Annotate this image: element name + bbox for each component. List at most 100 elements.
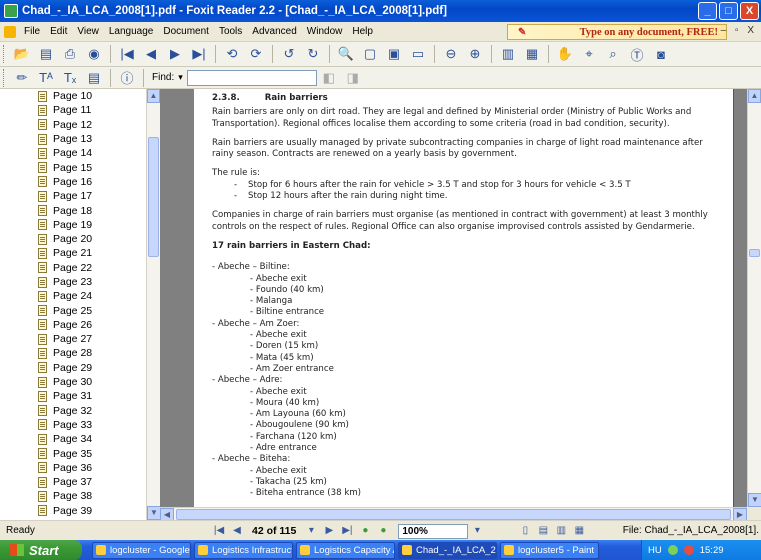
info-icon[interactable]: ⓘ [117,68,137,88]
language-indicator[interactable]: HU [648,545,662,556]
menu-language[interactable]: Language [104,26,159,37]
page-list-item[interactable]: Page 33 [0,418,146,432]
prev-page-icon[interactable]: ◀ [141,44,161,64]
forward-icon[interactable]: ⟳ [246,44,266,64]
rotate-left-icon[interactable]: ↺ [279,44,299,64]
minimize-button[interactable]: _ [698,2,717,20]
rotate-right-icon[interactable]: ↻ [303,44,323,64]
taskbar-button[interactable]: Logistics Infrastruct... [194,541,293,559]
toolbar-grip[interactable] [3,68,6,87]
last-page-icon[interactable]: ▶| [189,44,209,64]
email-icon[interactable]: ◉ [84,44,104,64]
find-input[interactable] [186,69,317,86]
page-list-item[interactable]: Page 27 [0,332,146,346]
taskbar-button[interactable]: Logistics Capacity A... [296,541,395,559]
horizontal-scrollbar[interactable]: ◀ ▶ [160,507,747,521]
highlight-icon[interactable]: ✏ [12,68,32,88]
page-list-item[interactable]: Page 34 [0,432,146,446]
taskbar-button[interactable]: logcluster - Google ... [92,541,191,559]
note-icon[interactable]: ▤ [84,68,104,88]
last-page-icon[interactable]: ▶| [338,523,356,539]
camera-icon[interactable]: ◙ [651,44,671,64]
page-list-item[interactable]: Page 29 [0,361,146,375]
mdi-controls[interactable]: – ▫ X [721,25,757,36]
scroll-down-icon[interactable]: ▼ [748,493,761,507]
single-page-icon[interactable]: ▯ [516,523,534,539]
document-scrollbar[interactable]: ▲ ▼ [747,89,761,507]
page-list-item[interactable]: Page 24 [0,289,146,303]
page-list-item[interactable]: Page 38 [0,489,146,503]
fit-width-icon[interactable]: ▭ [408,44,428,64]
text-select-icon[interactable]: Ⓣ [627,44,647,64]
taskbar-button[interactable]: logcluster5 - Paint [500,541,599,559]
scroll-thumb[interactable] [148,137,159,257]
zoom-icon[interactable]: 🔍 [336,44,356,64]
document-view[interactable]: 2.3.8. Rain barriers Rain barriers are o… [160,89,747,507]
menu-edit[interactable]: Edit [45,26,72,37]
print-icon[interactable]: ⎙ [60,44,80,64]
snapshot-icon[interactable]: ⌖ [579,44,599,64]
page-list-item[interactable]: Page 16 [0,175,146,189]
page-list-item[interactable]: Page 20 [0,232,146,246]
text-tool-icon[interactable]: Tₓ [60,68,80,88]
scroll-up-icon[interactable]: ▲ [147,89,160,103]
save-icon[interactable]: ▤ [36,44,56,64]
zoom-in-icon[interactable]: ⊕ [465,44,485,64]
menu-view[interactable]: View [72,26,104,37]
toolbar-grip[interactable] [3,45,6,63]
pages-scrollbar[interactable]: ▲ ▼ [146,89,161,520]
page-list-item[interactable]: Page 23 [0,275,146,289]
page-list-item[interactable]: Page 36 [0,461,146,475]
chevron-down-icon[interactable]: ▾ [468,523,486,539]
menu-advanced[interactable]: Advanced [247,26,301,37]
actual-size-icon[interactable]: ▢ [360,44,380,64]
ad-banner[interactable]: ✎ Type on any document, FREE! [507,24,727,40]
security-icon[interactable] [683,545,694,555]
page-list-item[interactable]: Page 18 [0,203,146,217]
page-list-item[interactable]: Page 30 [0,375,146,389]
continuous-facing-icon[interactable]: ▦ [570,523,588,539]
chevron-down-icon[interactable]: ▾ [302,523,320,539]
page-list-item[interactable]: Page 39 [0,504,146,518]
scroll-up-icon[interactable]: ▲ [748,89,761,103]
scroll-thumb[interactable] [176,509,731,520]
find-icon[interactable]: ⌕ [603,44,623,64]
page-list-item[interactable]: Page 31 [0,389,146,403]
page-list-item[interactable]: Page 26 [0,318,146,332]
page-list-item[interactable]: Page 15 [0,160,146,174]
hand-tool-icon[interactable]: ✋ [555,44,575,64]
taskbar-button[interactable]: Chad_-_IA_LCA_20... [398,541,497,559]
scroll-thumb[interactable] [749,249,760,257]
fit-page-icon[interactable]: ▣ [384,44,404,64]
single-page-icon[interactable]: ▥ [498,44,518,64]
page-list-item[interactable]: Page 11 [0,103,146,117]
page-indicator[interactable]: 42 of 115 [252,525,296,537]
find-next-icon[interactable]: ◨ [343,68,363,88]
menu-tools[interactable]: Tools [214,26,247,37]
network-icon[interactable] [667,545,678,555]
close-button[interactable]: X [740,2,759,20]
zoom-out-icon[interactable]: ⊖ [441,44,461,64]
page-list-item[interactable]: Page 21 [0,246,146,260]
page-list-item[interactable]: Page 17 [0,189,146,203]
back-icon[interactable]: ⟲ [222,44,242,64]
menu-window[interactable]: Window [302,26,348,37]
find-prev-icon[interactable]: ◧ [319,68,339,88]
open-icon[interactable]: 📂 [12,44,32,64]
back-icon[interactable]: ● [356,523,374,539]
menu-help[interactable]: Help [347,26,378,37]
page-list-item[interactable]: Page 25 [0,303,146,317]
menu-document[interactable]: Document [158,26,214,37]
maximize-button[interactable]: □ [719,2,738,20]
page-list-item[interactable]: Page 14 [0,146,146,160]
first-page-icon[interactable]: |◀ [117,44,137,64]
menu-file[interactable]: File [19,26,45,37]
continuous-icon[interactable]: ▦ [522,44,542,64]
page-list-item[interactable]: Page 22 [0,261,146,275]
page-list-item[interactable]: Page 12 [0,118,146,132]
page-list-item[interactable]: Page 28 [0,346,146,360]
continuous-icon[interactable]: ▤ [534,523,552,539]
page-list-item[interactable]: Page 13 [0,132,146,146]
start-button[interactable]: Start [0,540,82,560]
page-list-item[interactable]: Page 37 [0,475,146,489]
